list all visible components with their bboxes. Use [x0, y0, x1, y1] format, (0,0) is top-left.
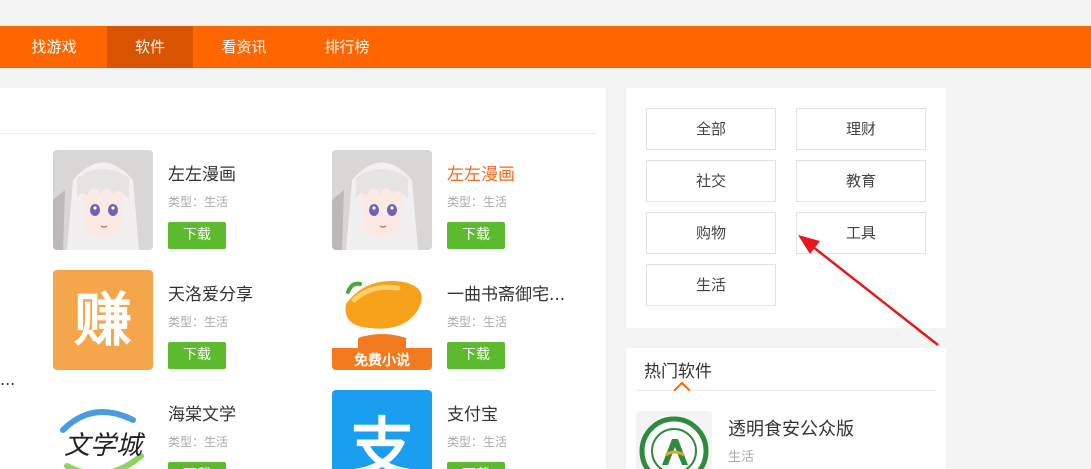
hot-app-type: 生活 — [728, 450, 755, 465]
download-button[interactable]: 下载 — [168, 222, 226, 249]
title-caret-icon — [673, 381, 691, 399]
food-safety-logo-icon[interactable] — [636, 411, 712, 469]
app-card[interactable]: 左左漫画 类型：生活 下载 — [332, 150, 592, 250]
app-type: 类型：生活 — [168, 435, 229, 449]
category-tools-button[interactable]: 工具 — [796, 212, 926, 254]
app-card[interactable]: 左左漫画 类型：生活 下载 — [53, 150, 313, 250]
panel-divider — [0, 133, 596, 134]
hot-software-panel: 热门软件 透明食安公众版 生活 — [626, 348, 946, 469]
app-card[interactable]: 免费小说 一曲书斋御宅... 类型：生活 下载 — [332, 270, 592, 370]
hot-app-name[interactable]: 透明食安公众版 — [728, 415, 854, 441]
anime-girl-icon[interactable] — [53, 150, 153, 250]
app-type: 类型：生活 — [447, 315, 508, 329]
app-name[interactable]: 一曲书斋御宅... — [447, 280, 587, 305]
nav-item-rankings[interactable]: 排行榜 — [303, 26, 391, 68]
app-card[interactable]: 赚 天洛爱分享 类型：生活 下载 — [53, 270, 313, 370]
category-education-button[interactable]: 教育 — [796, 160, 926, 202]
app-list-panel: ... 左左漫画 类型：生活 下载 左左漫画 类型：生活 下载 赚 天洛爱分享 … — [0, 88, 606, 469]
download-button[interactable]: 下载 — [447, 462, 505, 469]
nav-item-software[interactable]: 软件 — [107, 26, 193, 68]
alipay-icon[interactable]: 支 — [332, 390, 432, 469]
app-name[interactable]: 左左漫画 — [447, 160, 587, 185]
download-button[interactable]: 下载 — [168, 462, 226, 469]
free-novel-banner-text: 免费小说 — [354, 352, 410, 369]
app-type: 类型：生活 — [447, 195, 508, 209]
alipay-glyph: 支 — [350, 412, 414, 469]
download-button[interactable]: 下载 — [447, 222, 505, 249]
app-type: 类型：生活 — [168, 195, 229, 209]
app-type: 类型：生活 — [168, 315, 229, 329]
category-all-button[interactable]: 全部 — [646, 108, 776, 150]
app-name[interactable]: 左左漫画 — [168, 160, 308, 185]
top-nav: 找游戏 软件 看资讯 排行榜 — [0, 26, 1091, 68]
app-name[interactable]: 支付宝 — [447, 400, 587, 425]
zhuan-glyph: 赚 — [74, 286, 132, 354]
app-card[interactable]: 支 支付宝 类型：生活 下载 — [332, 390, 592, 469]
hot-software-title: 热门软件 — [644, 362, 712, 382]
zhuan-icon[interactable]: 赚 — [53, 270, 153, 370]
app-card[interactable]: 文学城 海棠文学 类型：生活 下载 — [53, 390, 313, 469]
anime-girl-icon[interactable] — [332, 150, 432, 250]
category-social-button[interactable]: 社交 — [646, 160, 776, 202]
mango-novel-icon[interactable]: 免费小说 — [332, 270, 432, 370]
nav-item-find-games[interactable]: 找游戏 — [10, 26, 98, 68]
wenxuecheng-icon[interactable]: 文学城 — [53, 390, 153, 469]
category-finance-button[interactable]: 理财 — [796, 108, 926, 150]
category-shopping-button[interactable]: 购物 — [646, 212, 776, 254]
app-type: 类型：生活 — [447, 435, 508, 449]
truncated-app-name[interactable]: ... — [0, 370, 15, 389]
category-life-button[interactable]: 生活 — [646, 264, 776, 306]
wenxuecheng-logo-text: 文学城 — [64, 431, 146, 461]
app-name[interactable]: 天洛爱分享 — [168, 280, 308, 305]
app-name[interactable]: 海棠文学 — [168, 400, 308, 425]
nav-item-news[interactable]: 看资讯 — [200, 26, 288, 68]
download-button[interactable]: 下载 — [168, 342, 226, 369]
category-panel: 全部 理财 社交 教育 购物 工具 生活 — [626, 88, 946, 328]
download-button[interactable]: 下载 — [447, 342, 505, 369]
